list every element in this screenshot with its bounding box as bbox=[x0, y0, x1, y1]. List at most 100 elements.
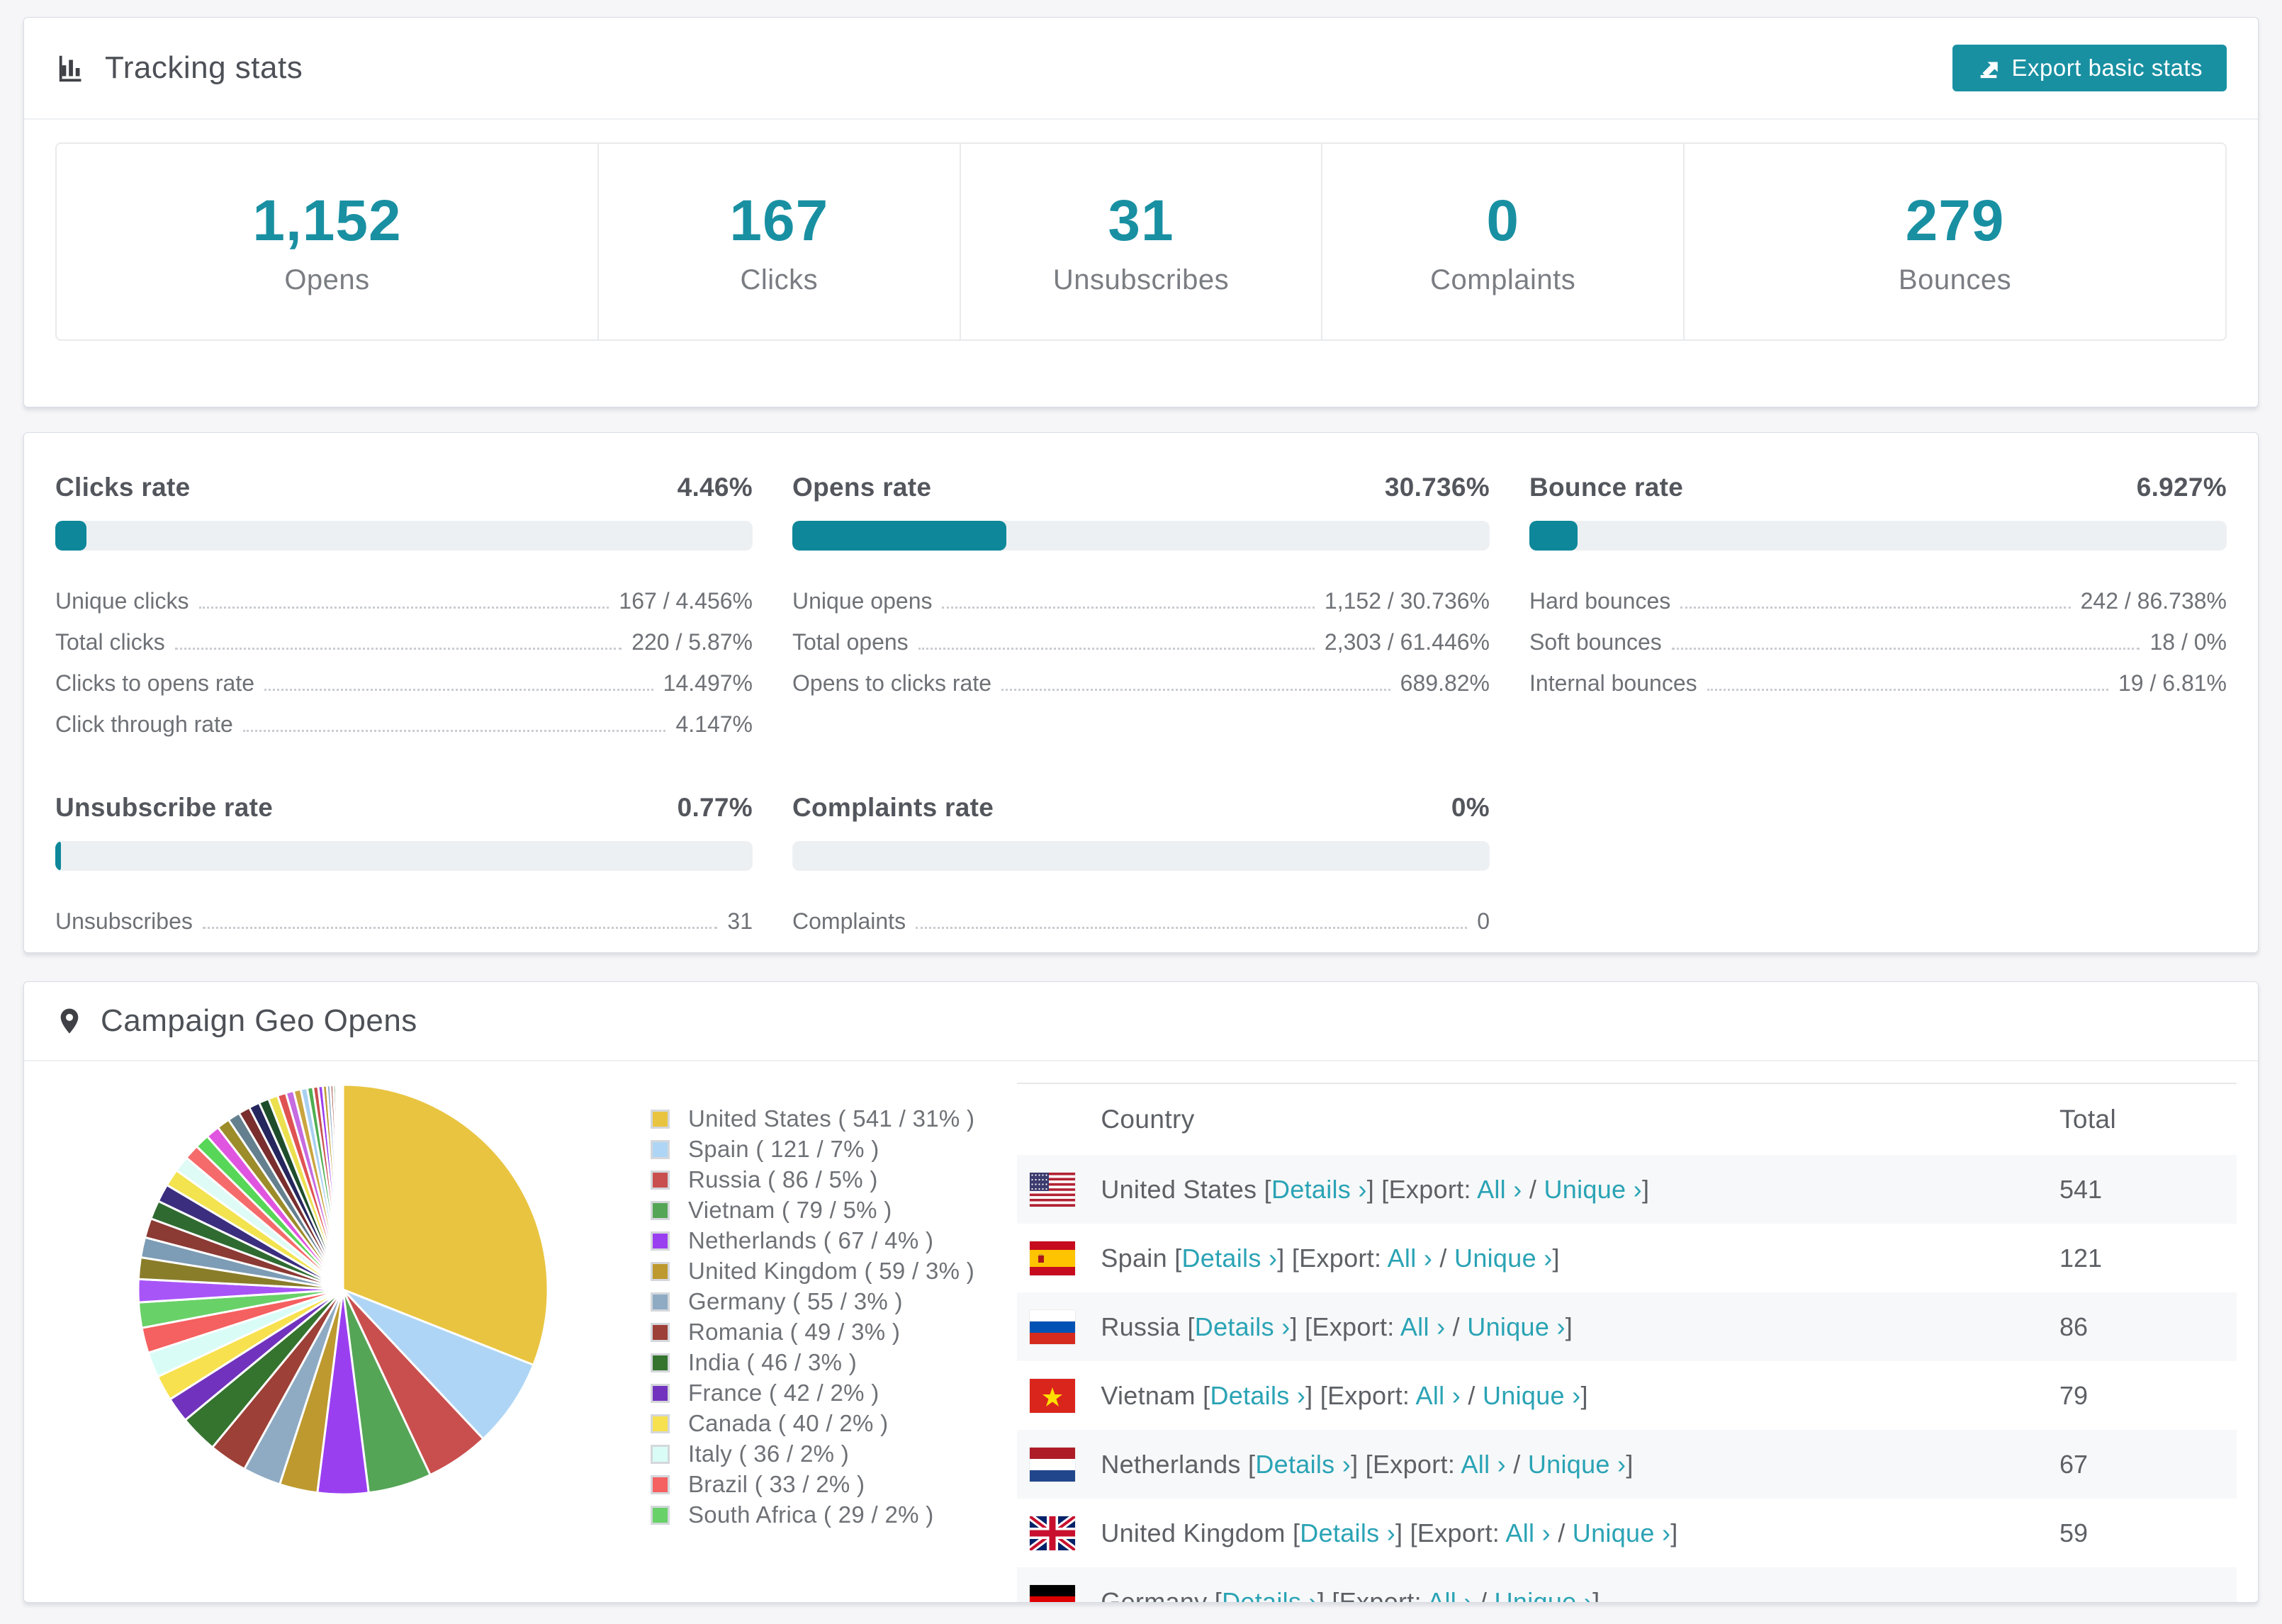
legend-swatch bbox=[651, 1231, 670, 1251]
export-all-link[interactable]: All › bbox=[1461, 1450, 1506, 1479]
table-row: Spain [Details ›] [Export: All › / Uniqu… bbox=[1017, 1224, 2237, 1292]
geo-table: Country Total United States [Details ›] … bbox=[1017, 1083, 2237, 1603]
stat-label: Opens bbox=[284, 264, 370, 295]
export-unique-link[interactable]: Unique › bbox=[1573, 1518, 1670, 1547]
export-all-link[interactable]: All › bbox=[1388, 1244, 1433, 1273]
export-unique-link[interactable]: Unique › bbox=[1528, 1450, 1626, 1479]
export-all-link[interactable]: All › bbox=[1477, 1175, 1522, 1204]
details-link[interactable]: Details › bbox=[1271, 1175, 1367, 1204]
legend-item: South Africa ( 29 / 2% ) bbox=[651, 1500, 974, 1530]
legend-item: Romania ( 49 / 3% ) bbox=[651, 1317, 974, 1347]
legend-label: Spain ( 121 / 7% ) bbox=[688, 1136, 879, 1162]
country-name: Spain bbox=[1101, 1243, 1167, 1273]
geo-header: Campaign Geo Opens bbox=[24, 982, 2258, 1060]
dotted-leader bbox=[198, 607, 609, 609]
rate-block: Bounce rate 6.927% Hard bounces 242 / 86… bbox=[1529, 473, 2227, 742]
stat-label: Complaints bbox=[1430, 264, 1576, 295]
rate-detail-value: 1,152 / 30.736% bbox=[1324, 588, 1490, 614]
details-link[interactable]: Details › bbox=[1182, 1244, 1278, 1273]
country-flag-icon bbox=[1030, 1172, 1076, 1207]
rate-title: Clicks rate bbox=[55, 473, 191, 502]
country-name: Vietnam bbox=[1101, 1380, 1196, 1410]
country-total: 121 bbox=[2059, 1243, 2103, 1273]
pie-slice[interactable] bbox=[341, 1083, 344, 1290]
export-all-link[interactable]: All › bbox=[1400, 1312, 1446, 1341]
tracking-stats-title: Tracking stats bbox=[55, 50, 303, 86]
geo-title: Campaign Geo Opens bbox=[55, 1003, 417, 1039]
dotted-leader bbox=[202, 927, 718, 929]
legend-swatch bbox=[651, 1170, 670, 1190]
rate-progress-fill bbox=[55, 521, 86, 551]
rate-progress-track bbox=[55, 841, 753, 871]
legend-swatch bbox=[651, 1109, 670, 1129]
rate-detail-row: Internal bounces 19 / 6.81% bbox=[1529, 660, 2227, 701]
stat-cell: 167 Clicks bbox=[597, 144, 960, 339]
legend-swatch bbox=[651, 1353, 670, 1372]
map-pin-icon bbox=[60, 1008, 79, 1034]
rates-grid: Clicks rate 4.46% Unique clicks 167 / 4.… bbox=[55, 473, 2227, 939]
export-all-link[interactable]: All › bbox=[1416, 1381, 1461, 1410]
column-header-total: Total bbox=[2059, 1105, 2117, 1134]
dotted-leader bbox=[1707, 689, 2108, 691]
export-unique-link[interactable]: Unique › bbox=[1483, 1381, 1580, 1410]
legend-label: Germany ( 55 / 3% ) bbox=[688, 1288, 903, 1314]
rate-detail-value: 689.82% bbox=[1400, 670, 1490, 696]
stat-cell: 1,152 Opens bbox=[57, 144, 597, 339]
legend-label: Vietnam ( 79 / 5% ) bbox=[688, 1197, 892, 1223]
legend-label: Russia ( 86 / 5% ) bbox=[688, 1166, 878, 1192]
legend-label: South Africa ( 29 / 2% ) bbox=[688, 1501, 934, 1528]
details-link[interactable]: Details › bbox=[1210, 1381, 1305, 1410]
country-total: 79 bbox=[2059, 1380, 2089, 1410]
export-unique-link[interactable]: Unique › bbox=[1467, 1312, 1565, 1341]
dotted-leader bbox=[174, 648, 622, 650]
export-unique-link[interactable]: Unique › bbox=[1495, 1587, 1592, 1603]
legend-item: Vietnam ( 79 / 5% ) bbox=[651, 1195, 974, 1225]
rate-detail-label: Unique clicks bbox=[55, 588, 189, 614]
bar-chart-icon bbox=[59, 55, 82, 82]
rate-detail-label: Hard bounces bbox=[1529, 588, 1671, 614]
country-flag-icon bbox=[1030, 1378, 1076, 1413]
export-all-link[interactable]: All › bbox=[1427, 1587, 1473, 1603]
rate-detail-value: 19 / 6.81% bbox=[2118, 670, 2227, 696]
rate-value: 4.46% bbox=[677, 473, 753, 502]
country-flag-icon bbox=[1030, 1241, 1076, 1275]
details-link[interactable]: Details › bbox=[1195, 1312, 1291, 1341]
rate-value: 30.736% bbox=[1384, 473, 1490, 502]
export-all-link[interactable]: All › bbox=[1505, 1518, 1551, 1547]
rate-detail-value: 167 / 4.456% bbox=[619, 588, 753, 614]
rate-block: Clicks rate 4.46% Unique clicks 167 / 4.… bbox=[55, 473, 753, 742]
legend-swatch bbox=[651, 1383, 670, 1403]
rate-detail-label: Total clicks bbox=[55, 629, 165, 655]
details-link[interactable]: Details › bbox=[1255, 1450, 1351, 1479]
export-basic-stats-button[interactable]: Export basic stats bbox=[1952, 45, 2227, 91]
rate-progress-track bbox=[792, 521, 1490, 551]
country-name: United States bbox=[1101, 1174, 1257, 1204]
rate-title: Bounce rate bbox=[1529, 473, 1684, 502]
export-unique-link[interactable]: Unique › bbox=[1544, 1175, 1641, 1204]
details-link[interactable]: Details › bbox=[1222, 1587, 1317, 1603]
legend-swatch bbox=[651, 1261, 670, 1281]
legend-label: Brazil ( 33 / 2% ) bbox=[688, 1471, 865, 1497]
country-name: Germany bbox=[1101, 1586, 1208, 1603]
legend-item: Italy ( 36 / 2% ) bbox=[651, 1439, 974, 1469]
rate-detail-value: 2,303 / 61.446% bbox=[1324, 629, 1490, 655]
country-total: 59 bbox=[2059, 1518, 2089, 1547]
stat-value: 0 bbox=[1486, 188, 1519, 253]
table-row: United Kingdom [Details ›] [Export: All … bbox=[1017, 1499, 2237, 1567]
legend-item: Netherlands ( 67 / 4% ) bbox=[651, 1226, 974, 1256]
legend-label: Romania ( 49 / 3% ) bbox=[688, 1319, 901, 1345]
export-icon bbox=[1980, 62, 1998, 79]
rate-detail-row: Total opens 2,303 / 61.446% bbox=[792, 619, 1490, 660]
table-row: Russia [Details ›] [Export: All › / Uniq… bbox=[1017, 1292, 2237, 1361]
export-unique-link[interactable]: Unique › bbox=[1454, 1244, 1552, 1273]
country-name: Netherlands bbox=[1101, 1449, 1241, 1479]
pie-chart-svg bbox=[137, 1083, 549, 1496]
legend-item: Canada ( 40 / 2% ) bbox=[651, 1409, 974, 1438]
legend-swatch bbox=[651, 1414, 670, 1433]
geo-pie-chart[interactable] bbox=[132, 1078, 554, 1501]
rate-progress-fill bbox=[55, 841, 61, 871]
details-link[interactable]: Details › bbox=[1300, 1518, 1395, 1547]
rate-detail-value: 4.147% bbox=[675, 711, 753, 737]
stat-value: 1,152 bbox=[252, 188, 402, 253]
legend-label: United Kingdom ( 59 / 3% ) bbox=[688, 1258, 974, 1284]
